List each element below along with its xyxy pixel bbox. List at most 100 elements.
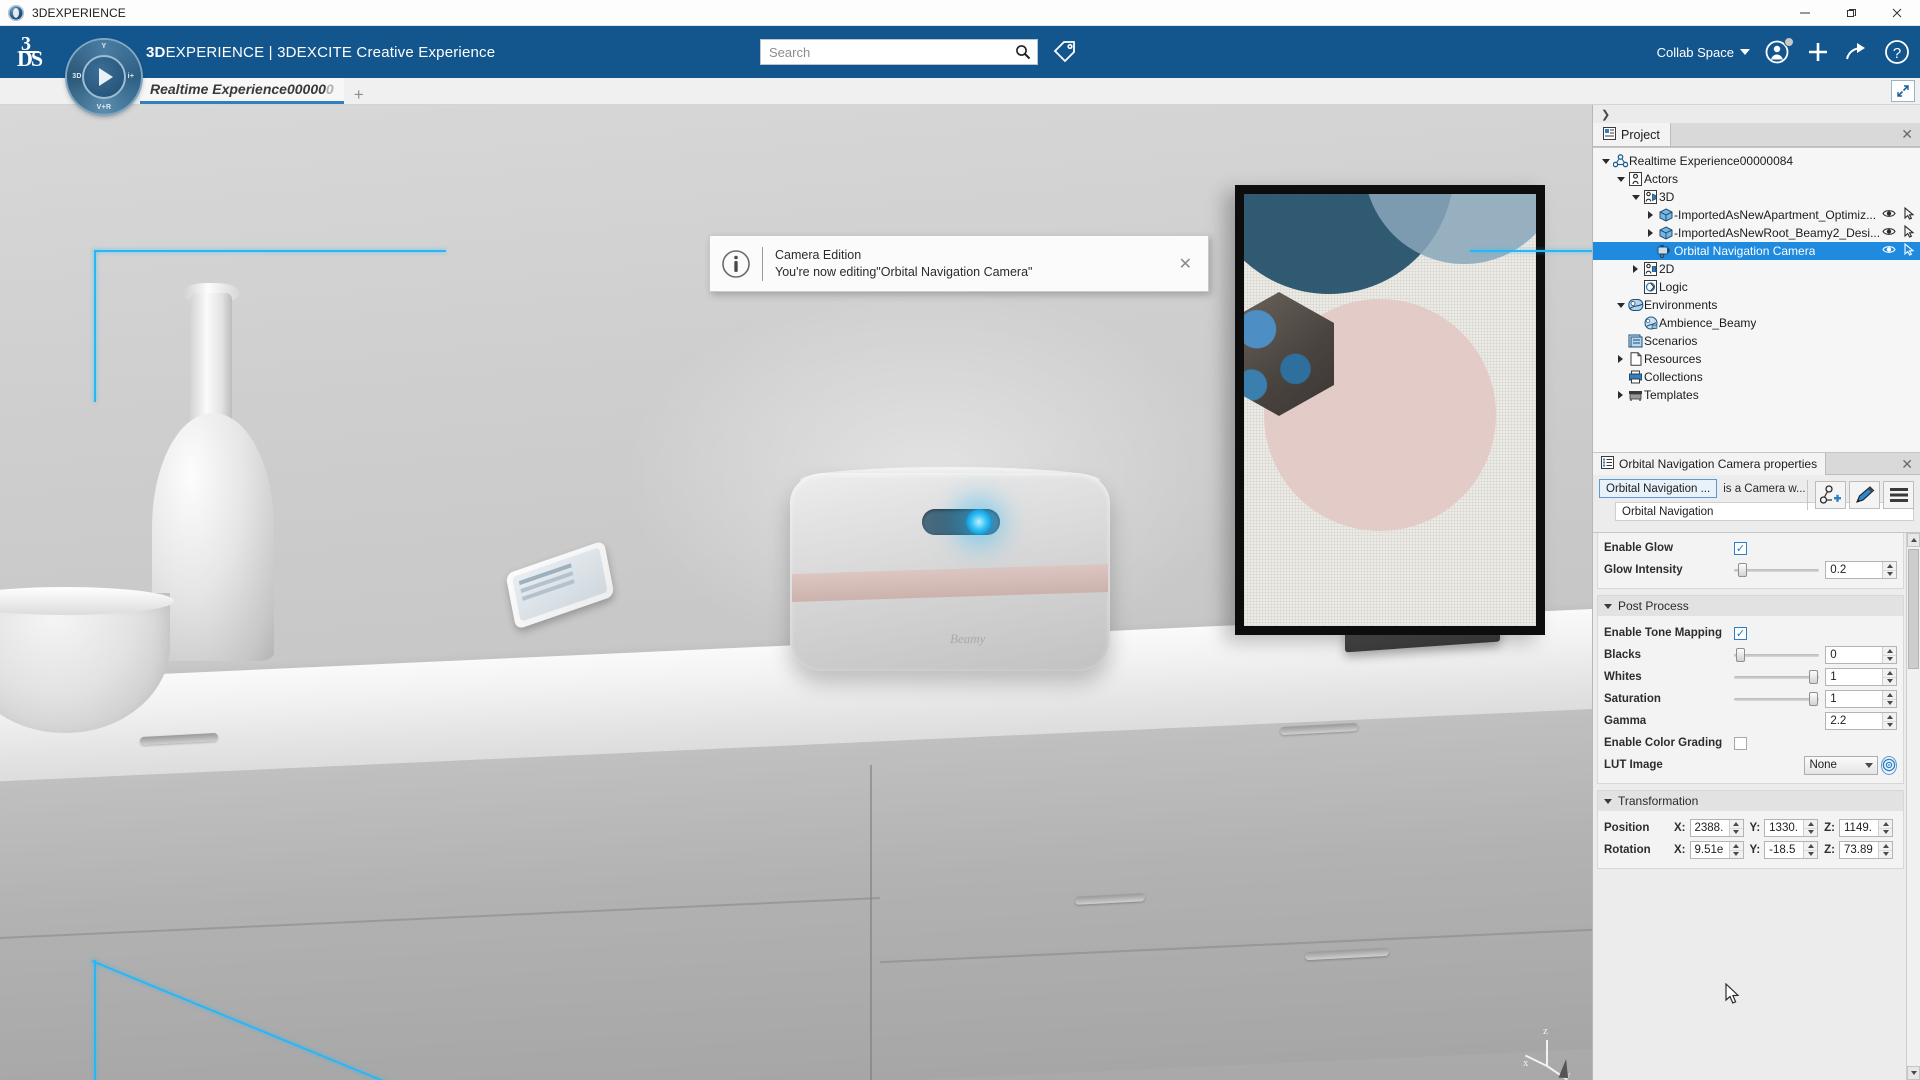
tree-twisty-icon[interactable]: [1614, 355, 1627, 363]
properties-scroll-area[interactable]: Enable Glow ✓ Glow Intensity 0.2 Post Pr…: [1593, 533, 1920, 1080]
tree-twisty-icon[interactable]: [1614, 391, 1627, 399]
saturation-stepper[interactable]: [1825, 690, 1897, 708]
tree-twisty-icon[interactable]: [1614, 176, 1627, 182]
stepper-up-icon[interactable]: [1883, 691, 1896, 700]
tree-item-realtime-experience00000084[interactable]: Realtime Experience00000084: [1593, 152, 1920, 170]
toast-close-button[interactable]: ✕: [1179, 254, 1192, 274]
tree-twisty-icon[interactable]: [1644, 211, 1657, 219]
stepper-down-icon[interactable]: [1804, 828, 1818, 836]
properties-scrollbar[interactable]: [1906, 533, 1920, 1080]
tree-item-environments[interactable]: Environments: [1593, 296, 1920, 314]
collapse-expand-icon[interactable]: [1891, 80, 1915, 102]
rotation-x-stepper[interactable]: [1689, 841, 1744, 859]
tree-twisty-icon[interactable]: [1629, 265, 1642, 273]
row-saturation[interactable]: Saturation: [1604, 688, 1897, 710]
position-y-stepper[interactable]: [1764, 819, 1819, 837]
share-icon[interactable]: [1844, 40, 1870, 64]
search-box[interactable]: [760, 39, 1038, 65]
restore-button[interactable]: [1828, 0, 1874, 26]
stepper-up-icon[interactable]: [1883, 669, 1896, 678]
row-position[interactable]: Position X: Y: Z:: [1604, 817, 1897, 839]
tree-twisty-icon[interactable]: [1629, 194, 1642, 200]
tree-twisty-icon[interactable]: [1614, 302, 1627, 308]
collab-space-selector[interactable]: Collab Space: [1657, 45, 1750, 60]
whites-input[interactable]: [1826, 669, 1882, 685]
add-relation-icon[interactable]: [1815, 481, 1846, 509]
stepper-up-icon[interactable]: [1804, 820, 1818, 829]
stepper-down-icon[interactable]: [1883, 655, 1896, 663]
glow-intensity-slider[interactable]: [1733, 563, 1820, 577]
project-panel-close-button[interactable]: ✕: [1901, 127, 1913, 141]
glow-intensity-stepper[interactable]: [1825, 561, 1897, 579]
object-name-pill[interactable]: Orbital Navigation ...: [1599, 479, 1718, 498]
tree-item-2d[interactable]: 2D: [1593, 260, 1920, 278]
tree-item-collections[interactable]: Collections: [1593, 368, 1920, 386]
saturation-input[interactable]: [1826, 691, 1882, 707]
tree-item-actors[interactable]: Actors: [1593, 170, 1920, 188]
row-enable-tone-mapping[interactable]: Enable Tone Mapping ✓: [1604, 622, 1897, 644]
group-collapse-chevron-icon[interactable]: [1604, 603, 1612, 609]
dock-expand-chevron-icon[interactable]: ❯: [1593, 105, 1920, 123]
pickable-cursor-icon[interactable]: [1903, 224, 1916, 241]
row-blacks[interactable]: Blacks: [1604, 644, 1897, 666]
position-y-input[interactable]: [1765, 820, 1804, 836]
row-gamma[interactable]: Gamma: [1604, 710, 1897, 732]
close-button[interactable]: [1874, 0, 1920, 26]
tree-item-resources[interactable]: Resources: [1593, 350, 1920, 368]
position-x-stepper[interactable]: [1689, 819, 1744, 837]
position-z-stepper[interactable]: [1839, 819, 1894, 837]
rotation-y-stepper[interactable]: [1764, 841, 1819, 859]
group-collapse-chevron-icon[interactable]: [1604, 798, 1612, 804]
visibility-eye-icon[interactable]: [1882, 208, 1896, 222]
hamburger-menu-icon[interactable]: [1883, 481, 1914, 509]
play-icon[interactable]: [82, 55, 126, 99]
rotation-y-input[interactable]: [1765, 842, 1804, 858]
tree-item-importedasnewroot-beamy2-desi[interactable]: -ImportedAsNewRoot_Beamy2_Desi...: [1593, 224, 1920, 242]
stepper-up-icon[interactable]: [1729, 842, 1743, 851]
rotation-z-stepper[interactable]: [1839, 841, 1894, 859]
row-glow-intensity[interactable]: Glow Intensity: [1604, 559, 1897, 581]
stepper-down-icon[interactable]: [1879, 828, 1893, 836]
stepper-up-icon[interactable]: [1804, 842, 1818, 851]
rotation-x-input[interactable]: [1690, 842, 1729, 858]
enable-color-grading-checkbox[interactable]: [1734, 736, 1747, 750]
tag-icon[interactable]: [1052, 41, 1076, 68]
compass-navigation-icon[interactable]: Y V+R 3D i+: [67, 40, 141, 114]
scroll-down-button[interactable]: [1907, 1066, 1920, 1080]
blacks-slider[interactable]: [1733, 648, 1820, 662]
plus-icon[interactable]: [1806, 40, 1830, 64]
scroll-up-button[interactable]: [1907, 533, 1920, 547]
gamma-stepper[interactable]: [1825, 712, 1897, 730]
whites-stepper[interactable]: [1825, 668, 1897, 686]
tree-item-templates[interactable]: Templates: [1593, 386, 1920, 404]
position-x-input[interactable]: [1690, 820, 1729, 836]
lut-image-dropdown[interactable]: None: [1804, 755, 1878, 775]
pickable-cursor-icon[interactable]: [1903, 206, 1916, 223]
scrollbar-thumb[interactable]: [1908, 549, 1919, 669]
visibility-eye-icon[interactable]: [1882, 244, 1896, 258]
tab-project[interactable]: Project: [1593, 123, 1671, 146]
gamma-input[interactable]: [1826, 713, 1882, 729]
whites-slider[interactable]: [1733, 670, 1820, 684]
stepper-down-icon[interactable]: [1729, 850, 1743, 858]
post-process-group-header[interactable]: Post Process: [1598, 596, 1903, 616]
stepper-down-icon[interactable]: [1729, 828, 1743, 836]
blacks-stepper[interactable]: [1825, 646, 1897, 664]
glow-intensity-input[interactable]: [1826, 562, 1882, 578]
position-z-input[interactable]: [1840, 820, 1879, 836]
tree-item-orbital-navigation-camera[interactable]: Orbital Navigation Camera: [1593, 242, 1920, 260]
tree-twisty-icon[interactable]: [1599, 158, 1612, 164]
stepper-down-icon[interactable]: [1883, 570, 1896, 578]
tree-twisty-icon[interactable]: [1644, 229, 1657, 237]
row-enable-glow[interactable]: Enable Glow ✓: [1604, 537, 1897, 559]
stepper-down-icon[interactable]: [1804, 850, 1818, 858]
search-input[interactable]: [761, 40, 1009, 64]
user-account-icon[interactable]: [1764, 37, 1794, 66]
project-tree[interactable]: Realtime Experience00000084 Actors 3D -Impo…: [1593, 147, 1920, 453]
stepper-up-icon[interactable]: [1729, 820, 1743, 829]
stepper-up-icon[interactable]: [1883, 562, 1896, 571]
tree-item-scenarios[interactable]: Scenarios: [1593, 332, 1920, 350]
rotation-z-input[interactable]: [1840, 842, 1879, 858]
stepper-up-icon[interactable]: [1883, 647, 1896, 656]
stepper-up-icon[interactable]: [1879, 842, 1893, 851]
